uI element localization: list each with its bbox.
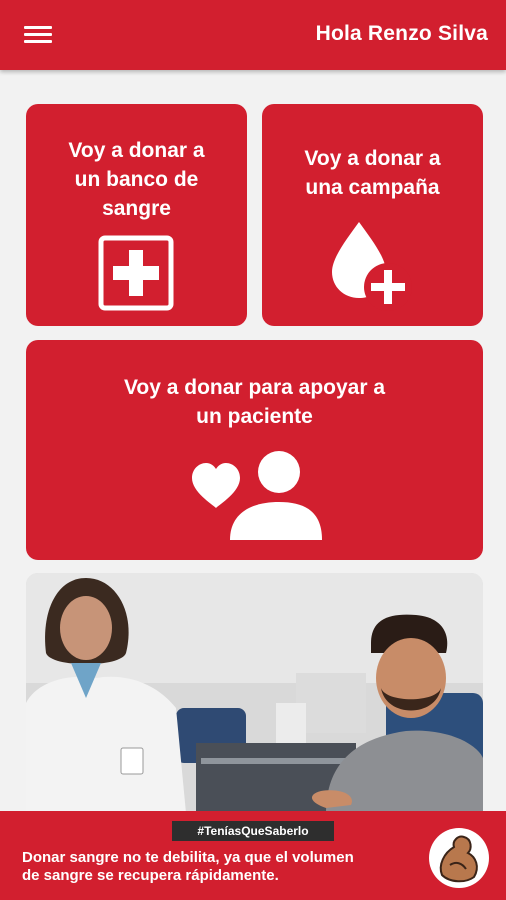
donate-blood-bank-label: Voy a donar a un banco de sangre bbox=[68, 139, 205, 220]
blood-drop-plus-icon bbox=[332, 222, 412, 317]
heart-person-icon bbox=[192, 450, 322, 547]
donate-patient-button[interactable]: Voy a donar para apoyar a un paciente bbox=[26, 340, 483, 560]
info-banner: #TeníasQueSaberlo Donar sangre no te deb… bbox=[0, 811, 506, 900]
hamburger-menu-icon[interactable] bbox=[24, 22, 54, 48]
donate-patient-label: Voy a donar para apoyar a un paciente bbox=[123, 376, 386, 428]
donate-campaign-label: Voy a donar a una campaña bbox=[304, 147, 441, 199]
mascot-icon bbox=[428, 827, 490, 894]
app-bar: Hola Renzo Silva bbox=[0, 0, 506, 70]
donor-photo bbox=[26, 573, 483, 813]
hospital-cross-icon bbox=[98, 235, 174, 316]
user-greeting: Hola Renzo Silva bbox=[315, 22, 488, 45]
donate-campaign-button[interactable]: Voy a donar a una campaña bbox=[262, 104, 483, 326]
banner-message: Donar sangre no te debilita, ya que el v… bbox=[22, 849, 354, 884]
hashtag-label: #TeníasQueSaberlo bbox=[172, 821, 334, 841]
donate-blood-bank-button[interactable]: Voy a donar a un banco de sangre bbox=[26, 104, 247, 326]
